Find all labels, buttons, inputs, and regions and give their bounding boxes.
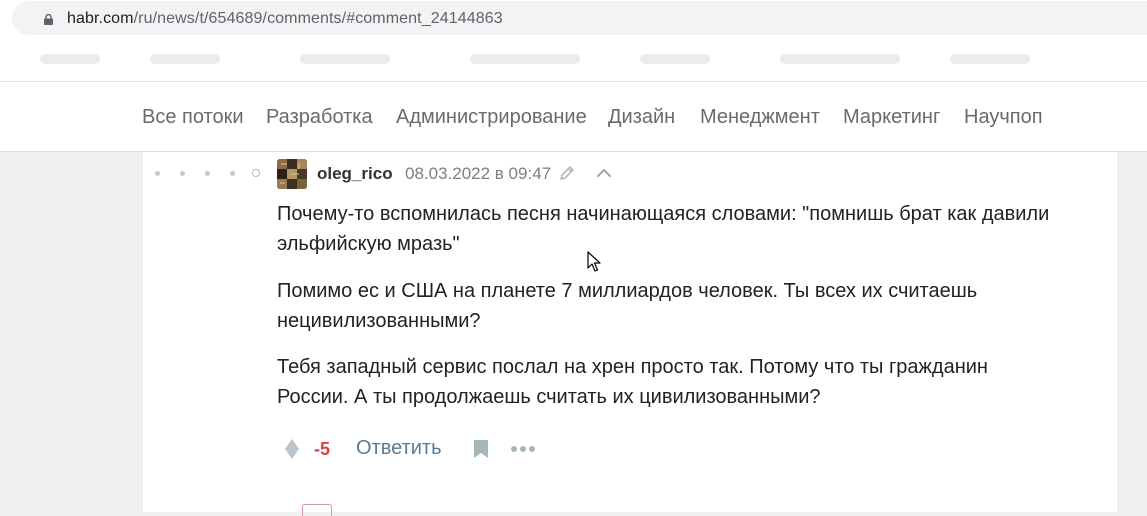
bookmark-placeholder	[40, 54, 100, 64]
bookmark-placeholder	[780, 54, 900, 64]
bookmarks-bar	[0, 38, 1147, 81]
depth-dot[interactable]	[205, 171, 210, 176]
depth-dot[interactable]	[180, 171, 185, 176]
comment-date[interactable]: 08.03.2022 в 09:47	[405, 164, 551, 184]
comment-line: Тебя западный сервис послал на хрен прос…	[277, 356, 988, 378]
url-text[interactable]: habr.com/ru/news/t/654689/comments/#comm…	[67, 10, 503, 28]
comment-line: Почему-то вспомнилась песня начинающаяся…	[277, 203, 1050, 225]
more-dots-icon[interactable]	[510, 444, 536, 454]
nav-item-all-streams[interactable]: Все потоки	[142, 106, 244, 129]
pencil-icon[interactable]	[558, 164, 576, 182]
nav-item-management[interactable]: Менеджмент	[700, 106, 820, 129]
mouse-cursor-icon	[587, 251, 601, 272]
site-nav: Все потоки Разработка Администрирование …	[0, 81, 1147, 152]
depth-dot-current[interactable]	[252, 169, 260, 177]
comment-author[interactable]: oleg_rico	[317, 164, 393, 184]
next-comment-avatar[interactable]	[302, 504, 332, 516]
chevron-up-icon[interactable]	[596, 167, 612, 179]
bookmark-placeholder	[470, 54, 580, 64]
nav-item-development[interactable]: Разработка	[266, 106, 373, 129]
depth-dot[interactable]	[155, 171, 160, 176]
depth-dot[interactable]	[230, 171, 235, 176]
nav-item-design[interactable]: Дизайн	[608, 106, 675, 129]
bookmark-icon[interactable]	[473, 439, 489, 459]
comment-paragraph: Тебя западный сервис послал на хрен прос…	[277, 352, 1107, 412]
reply-button[interactable]: Ответить	[356, 437, 442, 460]
comment-line: России. А ты продолжаешь считать их циви…	[277, 386, 821, 408]
comment-line: нецивилизованными?	[277, 310, 481, 332]
comment-score: -5	[314, 439, 331, 459]
lock-icon[interactable]	[43, 14, 54, 25]
bookmark-placeholder	[640, 54, 710, 64]
nav-item-administration[interactable]: Администрирование	[396, 106, 587, 129]
avatar-image	[277, 159, 307, 189]
nav-item-marketing[interactable]: Маркетинг	[843, 106, 940, 129]
bookmark-placeholder	[950, 54, 1030, 64]
comment-paragraph: Помимо ес и США на планете 7 миллиардов …	[277, 276, 1107, 336]
comment-line: Помимо ес и США на планете 7 миллиардов …	[277, 280, 978, 302]
nav-item-popsci[interactable]: Научпоп	[964, 106, 1043, 129]
url-host: habr.com	[67, 10, 134, 27]
browser-toolbar: habr.com/ru/news/t/654689/comments/#comm…	[0, 0, 1147, 38]
comment-paragraph: Почему-то вспомнилась песня начинающаяся…	[277, 199, 1107, 259]
url-path: /ru/news/t/654689/comments/#comment_2414…	[133, 10, 503, 27]
bookmark-placeholder	[150, 54, 220, 64]
comment-line: эльфийскую мразь"	[277, 233, 460, 255]
address-bar[interactable]: habr.com/ru/news/t/654689/comments/#comm…	[12, 1, 1147, 35]
vote-diamond-icon[interactable]	[283, 438, 301, 460]
avatar[interactable]	[277, 159, 307, 189]
bookmark-placeholder	[300, 54, 390, 64]
